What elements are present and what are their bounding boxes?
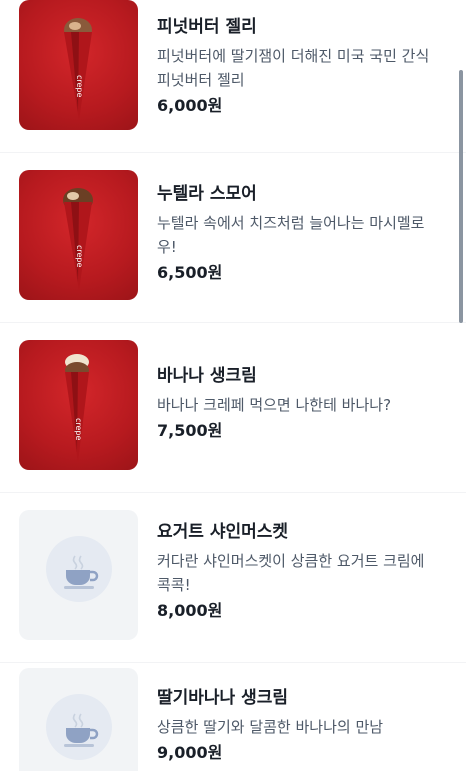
menu-item[interactable]: 딸기바나나 생크림 상큼한 딸기와 달콤한 바나나의 만남 9,000원 [0,650,466,771]
description-line: 우! [157,238,177,256]
menu-item-description: 피넛버터에 딸기잼이 더해진 미국 국민 간식 피넛버터 젤리 [157,44,450,92]
menu-item-name: 바나나 생크림 [157,366,257,386]
svg-text:crepe: crepe [75,75,84,98]
description-line: 콕콕! [157,576,191,594]
scrollbar[interactable] [459,70,463,323]
menu-item-photo: crepe [19,0,138,130]
menu-item-price: 6,000원 [157,96,223,115]
coffee-cup-icon [64,713,99,747]
menu-item-description: 커다란 샤인머스켓이 상큼한 요거트 크림에 콕콕! [157,549,450,597]
menu-item-photo: crepe [19,340,138,470]
menu-item-placeholder [19,668,138,771]
description-line: 커다란 샤인머스켓이 상큼한 요거트 크림에 [157,552,425,570]
description-line: 피넛버터 젤리 [157,71,245,89]
menu-item[interactable]: 요거트 샤인머스켓 커다란 샤인머스켓이 상큼한 요거트 크림에 콕콕! 8,0… [0,492,466,663]
description-line: 누텔라 속에서 치즈처럼 늘어나는 마시멜로 [157,214,425,232]
menu-item-name: 누텔라 스모어 [157,184,257,204]
crepe-cone-image: crepe [65,354,89,462]
menu-item-name: 딸기바나나 생크림 [157,688,289,708]
crepe-cone-image: crepe [63,188,93,290]
menu-item-price: 9,000원 [157,743,223,762]
description-line: 피넛버터에 딸기잼이 더해진 미국 국민 간식 [157,47,430,65]
menu-item[interactable]: crepe 바나나 생크림 바나나 크레페 먹으면 나한테 바나나? 7,500… [0,322,466,493]
description-line: 바나나 크레페 먹으면 나한테 바나나? [157,396,392,414]
menu-item-name: 피넛버터 젤리 [157,17,257,37]
menu-item-placeholder [19,510,138,640]
menu-item-price: 6,500원 [157,263,223,282]
menu-item-description: 바나나 크레페 먹으면 나한테 바나나? [157,393,450,417]
crepe-cone-image: crepe [64,18,92,120]
menu-item-description: 상큼한 딸기와 달콤한 바나나의 만남 [157,715,450,739]
menu-item-price: 7,500원 [157,421,223,440]
menu-item[interactable]: crepe 누텔라 스모어 누텔라 속에서 치즈처럼 늘어나는 마시멜로 우! … [0,152,466,323]
menu-item-price: 8,000원 [157,601,223,620]
svg-text:crepe: crepe [74,418,83,441]
svg-text:crepe: crepe [75,245,84,268]
description-line: 상큼한 딸기와 달콤한 바나나의 만남 [157,718,384,736]
menu-item-name: 요거트 샤인머스켓 [157,522,289,542]
menu-item-photo: crepe [19,170,138,300]
menu-item[interactable]: crepe 피넛버터 젤리 피넛버터에 딸기잼이 더해진 미국 국민 간식 피넛… [0,0,466,153]
coffee-cup-icon [64,555,99,589]
menu-item-description: 누텔라 속에서 치즈처럼 늘어나는 마시멜로 우! [157,211,450,259]
